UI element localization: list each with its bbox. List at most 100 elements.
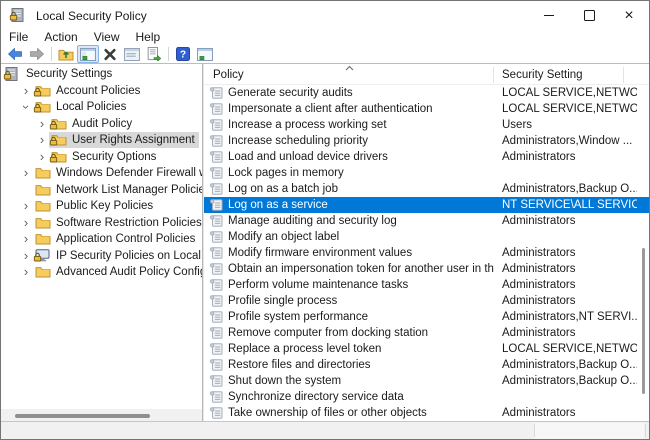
tree-item-label: Security Options [72,150,157,163]
policy-row[interactable]: Manage auditing and security log Administ… [204,213,649,229]
policy-name: Synchronize directory service data [228,391,404,403]
policy-name: Lock pages in memory [228,167,344,179]
chevron-right-icon[interactable]: › [19,265,33,279]
chevron-right-icon[interactable]: › [19,248,33,263]
policy-row[interactable]: Restore files and directories Administrat… [204,357,649,373]
menu-item-view[interactable]: View [86,29,128,45]
policy-row[interactable]: Log on as a service NT SERVICE\ALL SERVIC… [204,197,649,213]
doc-export-icon [147,47,162,61]
up-one-level-button[interactable] [55,45,77,63]
policy-row[interactable]: Log on as a batch job Administrators,Back… [204,181,649,197]
show-action-pane-button[interactable] [194,45,216,63]
policy-row[interactable]: Remove computer from docking station Admi… [204,325,649,341]
tree-item-application-control-policies[interactable]: › Application Control Policies [1,231,202,248]
chevron-right-icon[interactable]: › [35,116,49,131]
help-button[interactable]: ? [172,45,194,63]
column-divider[interactable] [623,67,624,83]
policy-row[interactable]: Take ownership of files or other objects… [204,405,649,421]
delete-button[interactable] [99,45,121,63]
policy-scroll-icon [210,391,223,403]
column-header-security-setting[interactable]: Security Setting [502,69,583,81]
policy-name: Perform volume maintenance tasks [228,279,409,291]
policy-row[interactable]: Increase scheduling priority Administrato… [204,133,649,149]
policy-scroll-icon [210,263,223,275]
horizontal-scrollbar-thumb[interactable] [15,414,150,418]
tree-item-security-options[interactable]: › Security Options [1,149,202,166]
properties-button[interactable] [121,45,143,63]
window-pane-icon [197,47,213,61]
chevron-right-icon[interactable]: › [19,83,33,98]
chevron-right-icon[interactable]: › [19,199,33,213]
close-button[interactable]: × [609,1,649,30]
chevron-down-icon[interactable]: › [19,100,34,114]
tree-item-user-rights-assignment[interactable]: › User Rights Assignment [1,132,202,149]
policy-row[interactable]: Modify firmware environment values Admini… [204,245,649,261]
policy-row[interactable]: Obtain an impersonation token for anothe… [204,261,649,277]
chevron-right-icon[interactable]: › [35,149,49,164]
tree-item-label: Application Control Policies [56,233,196,246]
window-controls: × [529,1,649,30]
policy-row[interactable]: Modify an object label [204,229,649,245]
arrow-right-icon [29,47,45,61]
chevron-right-icon[interactable]: › [19,232,33,246]
policy-row[interactable]: Impersonate a client after authenticatio… [204,101,649,117]
policy-name: Profile system performance [228,311,368,323]
menu-item-file[interactable]: File [1,29,36,45]
policy-scroll-icon [210,183,223,195]
policy-name: Log on as a batch job [228,183,338,195]
tree-item-public-key-policies[interactable]: › Public Key Policies [1,198,202,215]
policy-row[interactable]: Load and unload device drivers Administra… [204,149,649,165]
tree-item-ip-security-policies-on-local-computer[interactable]: › IP Security Policies on Local Computer [1,248,202,265]
back-button[interactable] [4,45,26,63]
policy-row[interactable]: Synchronize directory service data [204,389,649,405]
tree-item-local-policies[interactable]: › Local Policies [1,99,202,116]
tree-item-audit-policy[interactable]: › Audit Policy [1,116,202,133]
security-setting-value: Administrators,Backup O... [502,183,637,195]
folder-icon [35,183,52,197]
policy-row[interactable]: Profile single process Administrators [204,293,649,309]
column-header-policy[interactable]: Policy [213,69,244,81]
window-tree-icon [80,47,96,61]
menu-item-action[interactable]: Action [36,29,85,45]
minimize-button[interactable] [529,1,569,30]
folder-icon [35,265,52,279]
folder-icon [35,166,52,180]
help-icon: ? [176,47,190,61]
tree-item-software-restriction-policies[interactable]: › Software Restriction Policies [1,215,202,232]
policy-row[interactable]: Replace a process level token LOCAL SERVI… [204,341,649,357]
menu-item-help[interactable]: Help [128,29,169,45]
policy-row[interactable]: Increase a process working set Users [204,117,649,133]
policy-name: Remove computer from docking station [228,327,429,339]
console-tree-panel: Security Settings › Account Policies › Local… [1,64,203,422]
forward-button[interactable] [26,45,48,63]
vertical-scrollbar-thumb[interactable] [642,248,645,394]
chevron-right-icon[interactable]: › [19,166,33,180]
folder-lock-icon [49,150,68,164]
maximize-button[interactable] [569,1,609,30]
tree-item-advanced-audit-policy-configuration[interactable]: › Advanced Audit Policy Configuration [1,264,202,281]
export-list-button[interactable] [143,45,165,63]
column-divider[interactable] [493,67,494,83]
folder-lock-icon [33,84,52,98]
policy-scroll-icon [210,103,223,115]
policy-row[interactable]: Lock pages in memory [204,165,649,181]
chevron-right-icon[interactable]: › [19,215,33,230]
policy-row[interactable]: Shut down the system Administrators,Backu… [204,373,649,389]
policy-row[interactable]: Profile system performance Administrators… [204,309,649,325]
show-console-tree-button[interactable] [77,45,99,63]
security-setting-value: LOCAL SERVICE,NETWOR... [502,87,637,99]
chevron-right-icon[interactable]: › [35,133,49,147]
tree-item-security-settings[interactable]: Security Settings [1,66,202,83]
folder-icon [35,232,52,246]
tree-item-account-policies[interactable]: › Account Policies [1,83,202,100]
tree-item-network-list-manager-policies[interactable]: Network List Manager Policies [1,182,202,199]
security-setting-value: LOCAL SERVICE,NETWOR... [502,103,637,115]
policy-name: Load and unload device drivers [228,151,388,163]
security-setting-value: Administrators,Backup O... [502,359,637,371]
policy-name: Take ownership of files or other objects [228,407,427,419]
policy-name: Log on as a service [228,199,328,211]
tree-item-windows-defender-firewall-with-advanc[interactable]: › Windows Defender Firewall with Advanc [1,165,202,182]
tree-item-body: Advanced Audit Policy Configuration [33,264,202,280]
policy-row[interactable]: Perform volume maintenance tasks Administ… [204,277,649,293]
policy-row[interactable]: Generate security audits LOCAL SERVICE,NE… [204,85,649,101]
